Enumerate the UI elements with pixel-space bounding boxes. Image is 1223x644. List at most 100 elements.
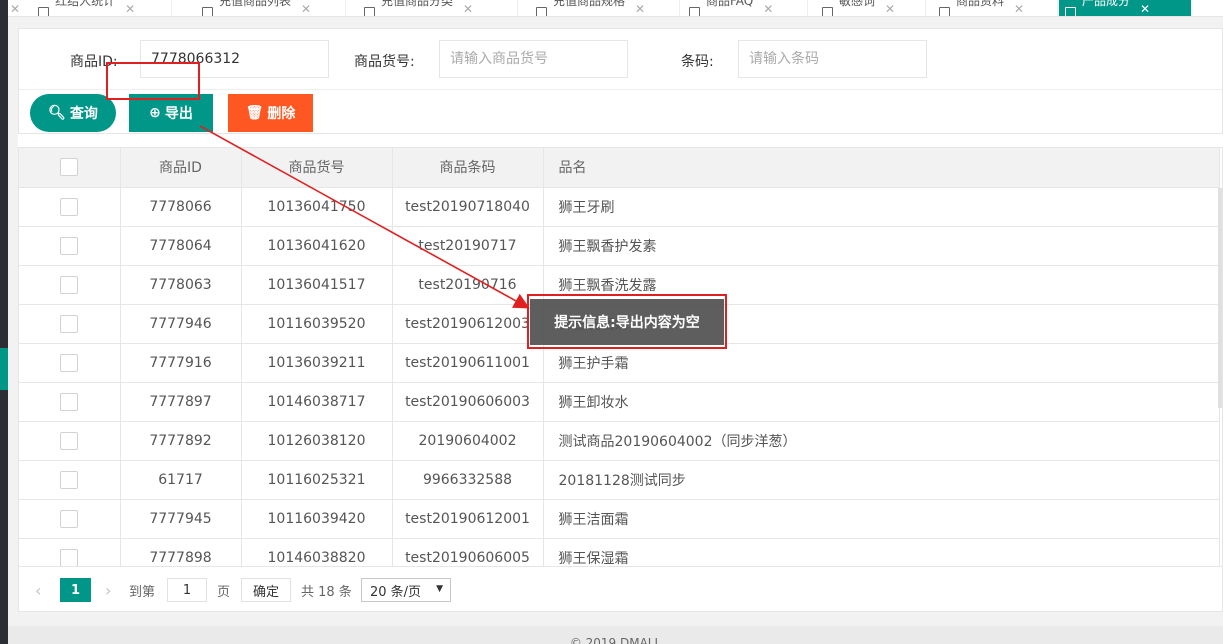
search-form: 商品ID: 商品货号: 条码: 🔍︎ 查询 ⊕ 导出 🗑︎ 删除 — [18, 28, 1223, 134]
cell-barcode: test20190716 — [392, 265, 544, 305]
cell-sku: 10116039420 — [241, 499, 393, 539]
table-row[interactable]: 7777897 10146038717 test20190606003 狮王卸妆… — [19, 382, 1220, 422]
row-checkbox[interactable] — [60, 431, 79, 450]
cell-product-id: 7778064 — [120, 226, 242, 266]
next-page-icon[interactable]: › — [105, 578, 111, 602]
row-checkbox[interactable] — [60, 470, 79, 489]
divider — [19, 89, 1222, 90]
row-checkbox[interactable] — [60, 236, 79, 255]
sku-input[interactable] — [439, 40, 628, 78]
close-icon[interactable]: ✕ — [301, 2, 311, 16]
row-checkbox[interactable] — [60, 197, 79, 216]
close-icon[interactable]: ✕ — [1140, 2, 1150, 16]
product-id-input[interactable] — [140, 40, 329, 78]
tab-sensitive-words[interactable]: 敏感词 ✕ — [816, 0, 926, 16]
table-row[interactable]: 7777916 10136039211 test20190611001 狮王护手… — [19, 343, 1220, 383]
cell-barcode: test20190717 — [392, 226, 544, 266]
table-scrollbar[interactable] — [1218, 188, 1222, 408]
header-barcode[interactable]: 商品条码 — [392, 148, 544, 188]
prev-page-icon[interactable]: ‹ — [35, 578, 41, 602]
cell-sku: 10136041750 — [241, 187, 393, 227]
cell-barcode: test20190718040 — [392, 187, 544, 227]
copyright-text: © 2019 DMALL — [569, 636, 662, 644]
tab-recharge-specs[interactable]: 充值商品规格 ✕ — [530, 0, 680, 16]
table-row[interactable]: 61717 10116025321 9966332588 20181128测试同… — [19, 460, 1220, 500]
download-icon: ⊕ — [149, 105, 161, 121]
search-icon: 🔍︎ — [48, 105, 66, 121]
row-checkbox[interactable] — [60, 548, 79, 567]
page-icon — [689, 7, 700, 16]
close-icon[interactable]: ✕ — [635, 2, 645, 16]
row-checkbox[interactable] — [60, 275, 79, 294]
tab-product-info[interactable]: 商品资料 ✕ — [933, 0, 1058, 16]
product-id-label: 商品ID: — [70, 54, 118, 70]
cell-name: 狮王洁面霜 — [543, 499, 1220, 539]
page-icon — [1065, 7, 1076, 16]
barcode-label: 条码: — [681, 54, 714, 70]
select-all-checkbox[interactable] — [60, 158, 79, 177]
table-row[interactable]: 7777892 10126038120 20190604002 测试商品2019… — [19, 421, 1220, 461]
pagination: ‹ 1 › 到第 页 确定 共 18 条 20 条/页 ▼ — [18, 566, 1223, 612]
goto-label: 到第 — [129, 584, 156, 600]
cell-product-id: 7778063 — [120, 265, 242, 305]
dropdown-arrow-icon: ▼ — [436, 584, 443, 594]
current-page[interactable]: 1 — [60, 578, 91, 602]
page-icon — [364, 7, 375, 16]
tab-recharge-products[interactable]: 充值商品列表 ✕ — [196, 0, 346, 16]
close-icon[interactable]: ✕ — [463, 2, 473, 16]
close-icon[interactable]: ✕ — [885, 2, 895, 16]
row-checkbox[interactable] — [60, 314, 79, 333]
cell-sku: 10136041517 — [241, 265, 393, 305]
header-sku[interactable]: 商品货号 — [241, 148, 393, 188]
close-icon[interactable]: ✕ — [125, 2, 135, 16]
total-count: 共 18 条 — [301, 584, 352, 600]
row-checkbox[interactable] — [60, 509, 79, 528]
goto-page-input[interactable] — [167, 578, 207, 602]
product-table: 商品ID 商品货号 商品条码 品名 7778066 10136041750 te… — [18, 147, 1223, 612]
nav-accent — [0, 348, 8, 390]
cell-name: 20181128测试同步 — [543, 460, 1220, 500]
cell-product-id: 61717 — [120, 460, 242, 500]
query-button[interactable]: 🔍︎ 查询 — [30, 94, 116, 132]
table-header-row: 商品ID 商品货号 商品条码 品名 — [19, 148, 1220, 188]
close-icon[interactable]: ✕ — [10, 2, 20, 16]
left-nav-strip — [0, 0, 8, 644]
delete-button[interactable]: 🗑︎ 删除 — [228, 94, 313, 132]
cell-product-id: 7777892 — [120, 421, 242, 461]
cell-barcode: test20190606003 — [392, 382, 544, 422]
page-size-select[interactable]: 20 条/页 ▼ — [361, 578, 451, 602]
cell-name: 测试商品20190604002（同步洋葱） — [543, 421, 1220, 461]
table-row[interactable]: 7778066 10136041750 test20190718040 狮王牙刷 — [19, 187, 1220, 227]
page-icon — [939, 7, 950, 16]
table-row[interactable]: 7778064 10136041620 test20190717 狮王飘香护发素 — [19, 226, 1220, 266]
header-product-id[interactable]: 商品ID — [120, 148, 242, 188]
header-name[interactable]: 品名 — [543, 148, 1220, 188]
close-icon[interactable]: ✕ — [763, 2, 773, 16]
cell-barcode: test20190611001 — [392, 343, 544, 383]
tab-product-faq[interactable]: 商品FAQ ✕ — [683, 0, 808, 16]
tab-recharge-categories[interactable]: 充值商品分类 ✕ — [358, 0, 518, 16]
cell-sku: 10136041620 — [241, 226, 393, 266]
toast-message: 提示信息:导出内容为空 — [530, 299, 724, 345]
cell-sku: 10116025321 — [241, 460, 393, 500]
cell-barcode: test20190612003 — [392, 304, 544, 344]
barcode-input[interactable] — [738, 40, 927, 78]
export-button[interactable]: ⊕ 导出 — [129, 94, 213, 132]
row-checkbox[interactable] — [60, 353, 79, 372]
cell-product-id: 7777945 — [120, 499, 242, 539]
cell-product-id: 7778066 — [120, 187, 242, 227]
tab-product-ingredients[interactable]: 产品成分 ✕ — [1059, 0, 1192, 16]
page-icon — [38, 7, 50, 16]
close-icon[interactable]: ✕ — [1014, 2, 1024, 16]
tab-red-stats[interactable]: ✕ 红结人统计 ✕ — [8, 0, 172, 16]
table-row[interactable]: 7777945 10116039420 test20190612001 狮王洁面… — [19, 499, 1220, 539]
trash-icon: 🗑︎ — [245, 105, 264, 121]
cell-product-id: 7777897 — [120, 382, 242, 422]
footer: © 2019 DMALL — [8, 626, 1223, 644]
cell-name: 狮王牙刷 — [543, 187, 1220, 227]
confirm-page-button[interactable]: 确定 — [241, 578, 291, 602]
row-checkbox[interactable] — [60, 392, 79, 411]
cell-sku: 10136039211 — [241, 343, 393, 383]
tab-bar: ✕ 红结人统计 ✕ 充值商品列表 ✕ 充值商品分类 ✕ 充值商品规格 ✕ 商品F… — [8, 0, 1223, 17]
cell-name: 狮王飘香护发素 — [543, 226, 1220, 266]
